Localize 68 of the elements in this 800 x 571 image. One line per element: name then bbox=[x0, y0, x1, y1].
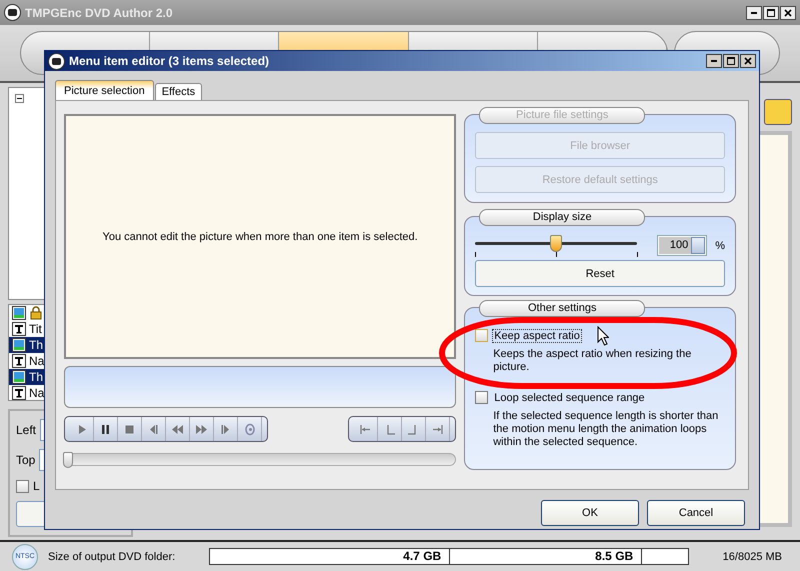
capacity-mark: 8.5 GB bbox=[450, 549, 642, 564]
pause-icon bbox=[99, 422, 112, 436]
checkbox[interactable] bbox=[16, 480, 29, 492]
minimize-button[interactable] bbox=[706, 54, 722, 68]
tab[interactable]: Picture selection bbox=[55, 80, 154, 100]
unit-label: % bbox=[715, 240, 725, 252]
close-icon bbox=[744, 57, 752, 65]
row-label: Tit bbox=[29, 322, 42, 336]
go-to-start-icon bbox=[359, 422, 372, 436]
size-spinner[interactable]: 100 bbox=[657, 235, 708, 256]
seek-slider[interactable] bbox=[64, 453, 456, 466]
maximize-button[interactable] bbox=[723, 54, 739, 68]
size-label: Size of output DVD folder: bbox=[48, 550, 176, 562]
size-slider[interactable] bbox=[475, 234, 638, 256]
slider-thumb[interactable] bbox=[550, 234, 562, 252]
dialog-button[interactable]: Cancel bbox=[647, 500, 745, 526]
capacity-mark: 4.7 GB bbox=[210, 549, 450, 564]
dialog-title: Menu item editor (3 items selected) bbox=[69, 54, 270, 68]
usage-text: 16/8025 MB bbox=[722, 550, 782, 562]
spin-buttons[interactable] bbox=[691, 237, 706, 254]
window-title: TMPGEnc DVD Author 2.0 bbox=[25, 6, 174, 20]
list-row[interactable]: Na bbox=[9, 385, 132, 401]
image-item-icon bbox=[12, 338, 26, 352]
field-label: Left bbox=[16, 423, 36, 437]
layout-button[interactable] bbox=[764, 99, 792, 125]
text-item-icon bbox=[12, 322, 26, 336]
group-title: Picture file settings bbox=[479, 107, 646, 124]
close-button[interactable] bbox=[780, 6, 796, 20]
cursor-icon bbox=[597, 326, 609, 346]
speaker-icon bbox=[243, 422, 256, 436]
row-label: Th bbox=[29, 338, 44, 352]
checkbox[interactable] bbox=[475, 391, 488, 404]
row-label: Na bbox=[29, 386, 44, 400]
list-row[interactable]: Tit bbox=[9, 321, 132, 337]
go-to-end-icon bbox=[431, 422, 444, 436]
collapse-icon[interactable] bbox=[15, 94, 24, 103]
rewind-icon bbox=[171, 422, 184, 436]
list-row[interactable]: Na bbox=[9, 353, 132, 369]
close-icon bbox=[784, 8, 792, 16]
app-logo-icon bbox=[4, 4, 21, 21]
seek-thumb[interactable] bbox=[63, 452, 73, 468]
text-item-icon bbox=[12, 354, 26, 368]
fast-forward-icon bbox=[195, 422, 208, 436]
maximize-icon bbox=[727, 57, 735, 65]
checkbox[interactable] bbox=[475, 329, 488, 342]
checkbox-label[interactable]: Loop selected sequence range bbox=[493, 392, 646, 404]
dialog-button[interactable]: OK bbox=[541, 500, 639, 526]
app-logo-icon bbox=[48, 52, 65, 70]
row-label: Na bbox=[29, 354, 44, 368]
reset-button[interactable]: Reset bbox=[475, 260, 725, 287]
option-description: If the selected sequence length is shorter than the motion menu length the animation loops within the selected sequence. bbox=[492, 410, 720, 449]
checkbox-label[interactable]: Keep aspect ratio bbox=[493, 330, 581, 342]
maximize-button[interactable] bbox=[763, 6, 779, 20]
checkbox-label: L bbox=[33, 479, 40, 493]
option-description: Keeps the aspect ratio when resizing the picture. bbox=[492, 348, 692, 374]
field-label: Top bbox=[16, 453, 36, 467]
image-item-icon bbox=[12, 370, 26, 384]
stop-icon bbox=[123, 422, 136, 436]
close-button[interactable] bbox=[740, 54, 756, 68]
maximize-icon bbox=[767, 8, 775, 16]
group-title: Other settings bbox=[479, 300, 646, 317]
group-title: Display size bbox=[479, 209, 646, 226]
minimize-icon bbox=[751, 12, 757, 14]
tab[interactable]: Effects bbox=[154, 83, 202, 100]
message-text: You cannot edit the picture when more than one item is selected. bbox=[102, 230, 418, 242]
minimize-button[interactable] bbox=[746, 6, 762, 20]
row-label: Th bbox=[29, 370, 44, 384]
minimize-icon bbox=[711, 60, 717, 62]
